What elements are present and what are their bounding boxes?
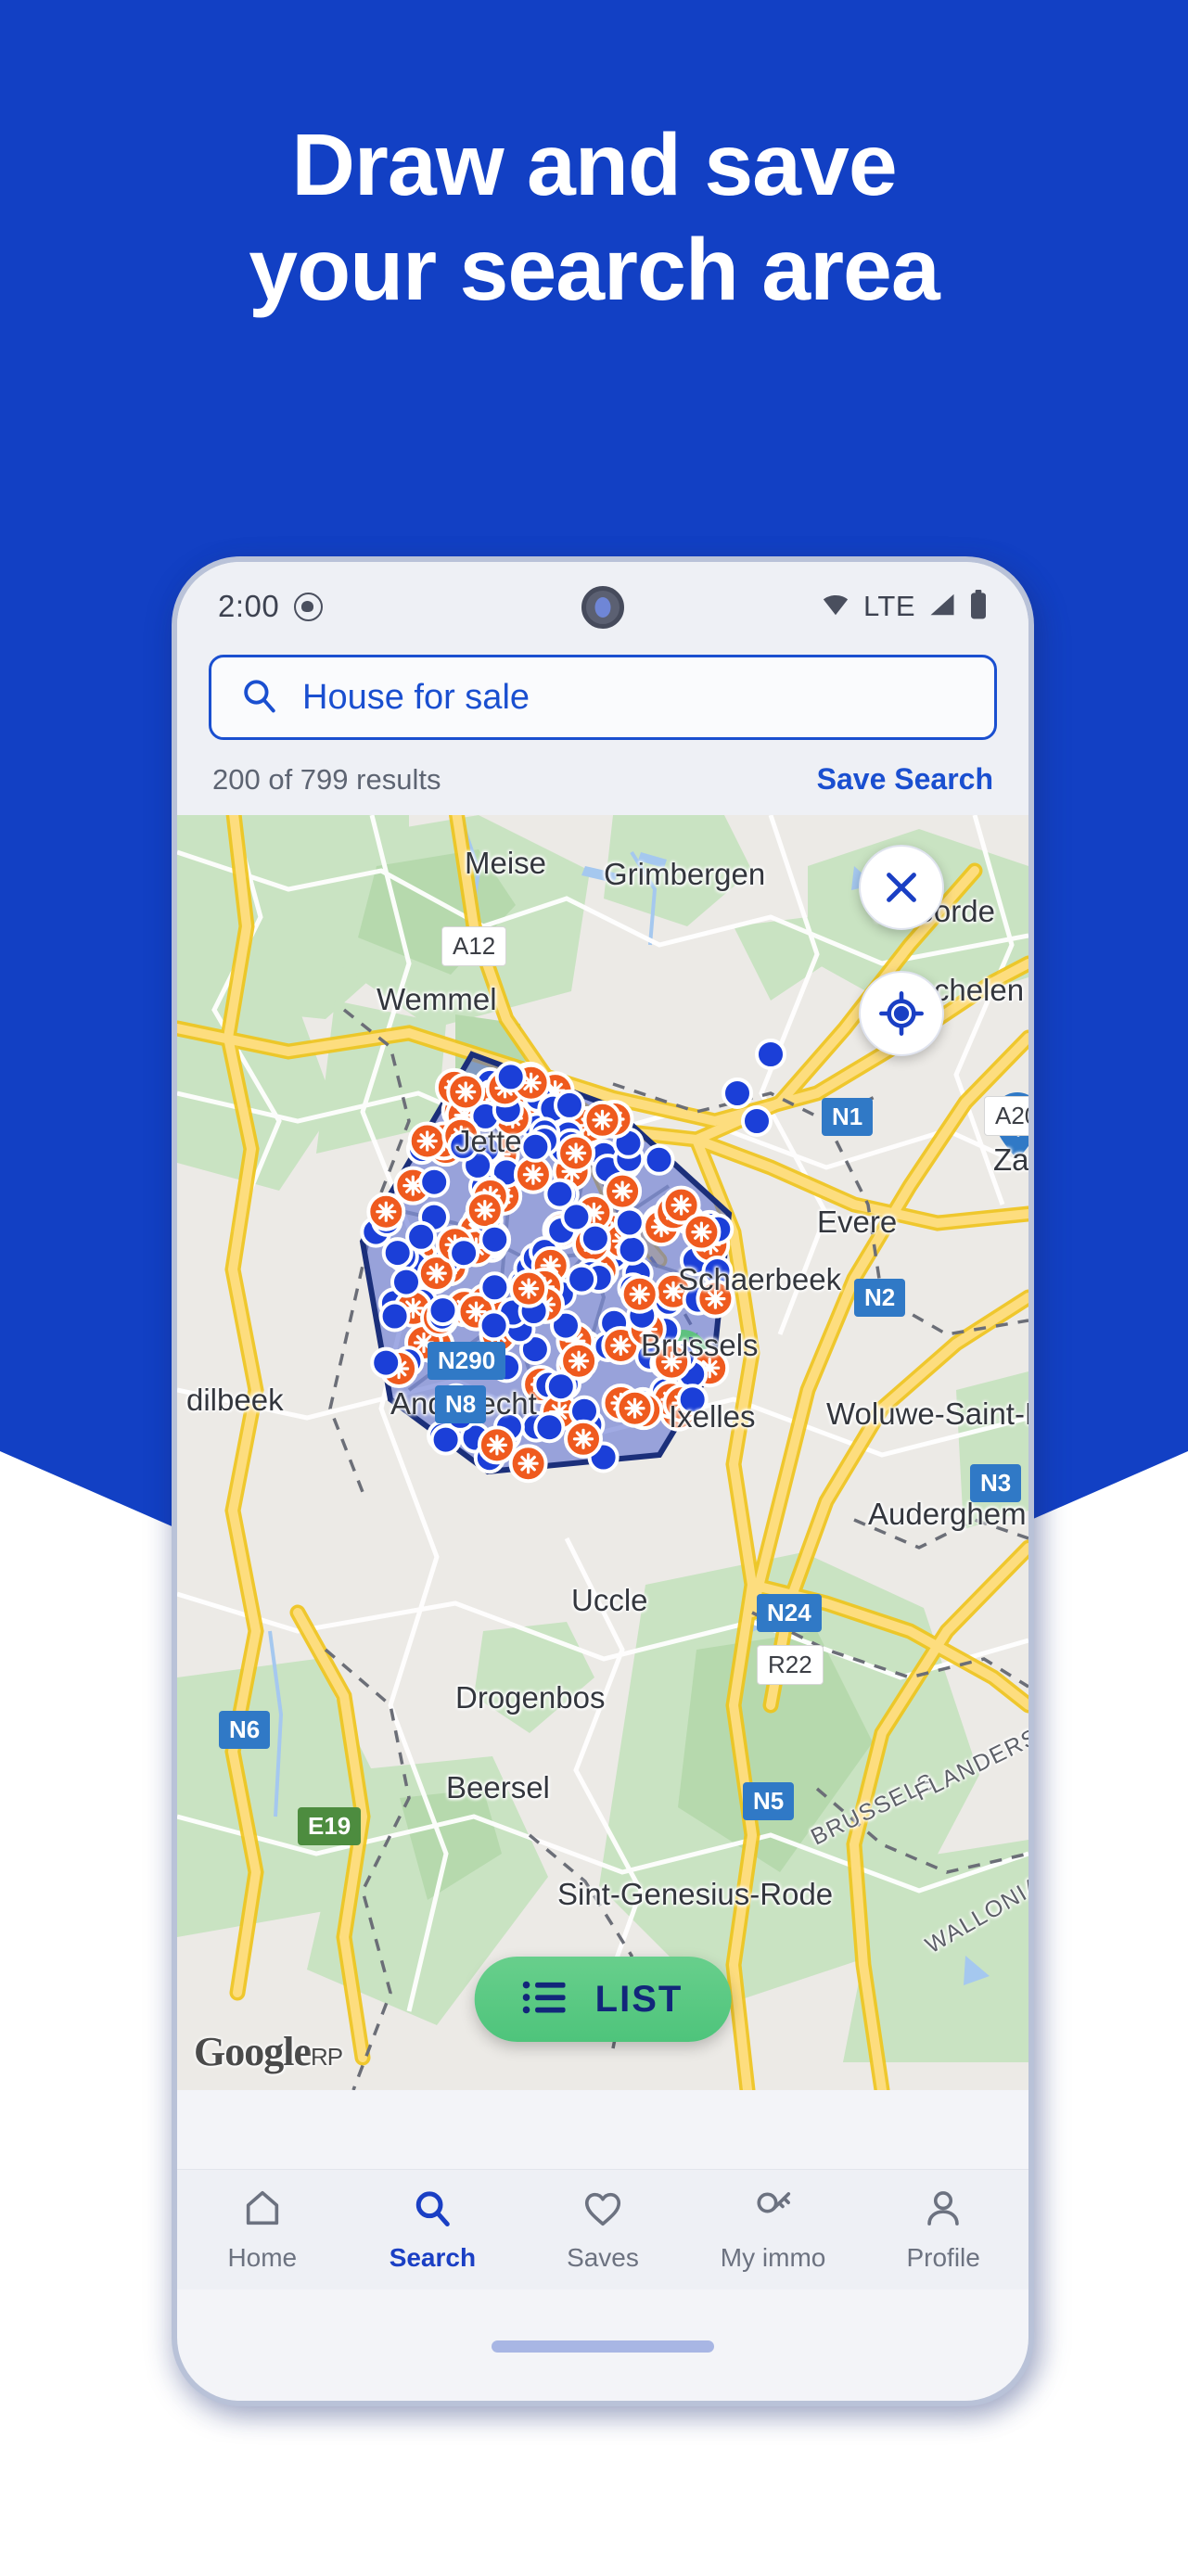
road-shield: N24 — [757, 1594, 822, 1632]
phone-screen: 2:00 LTE House for sale 200 of 799 resul… — [177, 562, 1028, 2401]
attribution-suffix: RP — [310, 2043, 343, 2071]
map-view[interactable]: MeiseGrimbergenVilvoordeWemmelMachelenZa… — [177, 815, 1028, 2090]
map-place-label: Zaventem — [993, 1142, 1028, 1177]
map-place-label: Woluwe-Saint-Pierre — [826, 1396, 1028, 1431]
results-count-label: 200 of 799 results — [212, 762, 441, 796]
nav-label-saves: Saves — [567, 2242, 639, 2272]
nav-item-search[interactable]: Search — [348, 2187, 518, 2273]
search-header: House for sale — [177, 651, 1028, 740]
person-icon — [922, 2187, 964, 2235]
map-place-label: Grimbergen — [604, 857, 766, 891]
home-icon — [241, 2187, 284, 2235]
road-shield: N290 — [428, 1342, 506, 1380]
close-button[interactable] — [859, 845, 944, 930]
map-place-label: Wemmel — [377, 982, 497, 1016]
map-place-label: Sint-Genesius-Rode — [557, 1877, 834, 1911]
headline-line-2: your search area — [249, 220, 939, 319]
map-place-label: Uccle — [571, 1583, 648, 1617]
battery-icon — [969, 589, 988, 624]
home-indicator[interactable] — [492, 2340, 714, 2353]
search-input-value: House for sale — [302, 677, 530, 717]
road-shield: N2 — [854, 1279, 906, 1317]
list-view-button[interactable]: LIST — [474, 1957, 732, 2042]
map-place-label: Ixelles — [669, 1399, 756, 1434]
headline-line-1: Draw and save — [291, 116, 897, 214]
map-place-label: dilbeek — [186, 1383, 284, 1417]
bottom-nav: Home Search Saves My immo Profile — [177, 2169, 1028, 2289]
google-attribution: GoogleRP — [194, 2028, 343, 2075]
page-title: Draw and save your search area — [0, 121, 1188, 315]
map-place-label: Schaerbeek — [678, 1262, 842, 1296]
heart-icon — [581, 2187, 624, 2235]
list-icon — [522, 1979, 566, 2021]
nav-label-home: Home — [227, 2242, 298, 2272]
map-place-label: Jette — [455, 1124, 522, 1158]
results-bar: 200 of 799 results Save Search — [177, 740, 1028, 815]
map-place-label: Brussels — [641, 1328, 759, 1362]
status-bar: 2:00 LTE — [177, 562, 1028, 651]
nav-label-my-immo: My immo — [720, 2242, 826, 2272]
signal-icon — [927, 591, 957, 623]
screenshot-root: Draw and save your search area 2:00 LTE — [0, 0, 1188, 2576]
map-place-label: Beersel — [446, 1770, 550, 1804]
nav-item-my-immo[interactable]: My immo — [688, 2187, 859, 2273]
road-shield: N1 — [822, 1098, 874, 1136]
wifi-icon — [820, 591, 851, 623]
status-bar-right: LTE — [820, 589, 988, 624]
map-place-label: Drogenbos — [455, 1680, 606, 1715]
road-shield: R22 — [757, 1645, 824, 1685]
search-input[interactable]: House for sale — [209, 655, 997, 740]
status-time: 2:00 — [218, 589, 280, 623]
nav-label-profile: Profile — [906, 2242, 980, 2272]
road-shield: N8 — [435, 1385, 487, 1423]
road-shield: A12 — [441, 926, 507, 966]
nav-label-search: Search — [389, 2242, 477, 2272]
save-search-button[interactable]: Save Search — [817, 762, 993, 797]
road-shield: N5 — [743, 1782, 795, 1820]
map-place-label: Meise — [465, 846, 547, 880]
road-shield: E19 — [298, 1807, 362, 1845]
key-icon — [752, 2187, 795, 2235]
search-icon — [411, 2187, 453, 2235]
status-bar-left: 2:00 — [218, 589, 324, 624]
my-location-button[interactable] — [859, 971, 944, 1056]
road-shield: N6 — [219, 1711, 271, 1749]
network-label: LTE — [862, 590, 915, 622]
map-place-label: Evere — [817, 1205, 898, 1239]
road-shield: N3 — [970, 1464, 1022, 1502]
list-button-label: LIST — [594, 1978, 683, 2020]
front-camera — [581, 586, 624, 629]
nav-item-saves[interactable]: Saves — [517, 2187, 688, 2273]
road-shield: A201 — [984, 1096, 1028, 1136]
map-region-label: WALLONIA — [921, 1870, 1028, 1959]
owl-app-icon — [294, 592, 324, 621]
google-wordmark: Google — [194, 2029, 312, 2074]
nav-item-home[interactable]: Home — [177, 2187, 348, 2273]
phone-frame: 2:00 LTE House for sale 200 of 799 resul… — [172, 556, 1034, 2406]
search-icon — [239, 676, 278, 720]
map-region-label: FLANDERS — [911, 1723, 1028, 1806]
nav-item-profile[interactable]: Profile — [858, 2187, 1028, 2273]
